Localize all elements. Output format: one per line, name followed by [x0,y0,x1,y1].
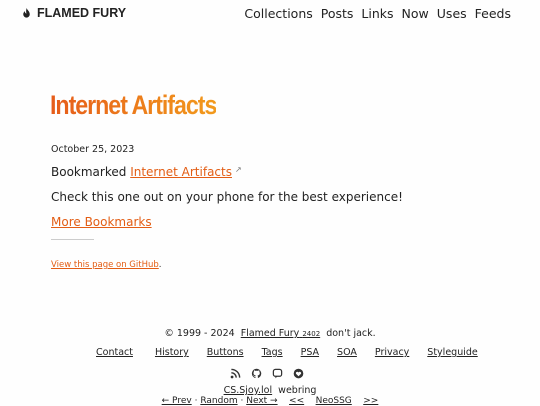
footer-site-link[interactable]: Flamed Fury 2402 [241,328,320,339]
footer-copyright: © 1999 - 2024 Flamed Fury 2402 don't jac… [0,328,540,339]
social-icons [230,368,304,379]
webring-cs: CS.Sjoy.lol webring [0,385,540,396]
footer-link-soa[interactable]: SOA [337,347,357,358]
copyright-text: © 1999 - 2024 [164,328,235,339]
site-header: FLAMED FURY Collections Posts Links Now … [0,0,540,28]
footer-link-contact[interactable]: Contact [96,347,133,358]
footer-link-history[interactable]: History [155,347,189,358]
heart-badge-icon[interactable] [293,368,304,379]
bookmark-link[interactable]: Internet Artifacts [130,165,232,179]
webring-label: webring [278,385,317,396]
webring-cs-link[interactable]: CS.Sjoy.lol [224,385,273,396]
brand-link[interactable]: FLAMED FURY [20,6,126,20]
bookmarked-label: Bookmarked [51,165,127,179]
page-title: Internet Artifacts [50,90,217,120]
more-bookmarks-link[interactable]: More Bookmarks [51,215,152,229]
flame-icon [23,7,30,18]
nav-posts[interactable]: Posts [321,6,354,21]
post-date: October 25, 2023 [51,144,135,155]
nav-links[interactable]: Links [361,6,393,21]
github-icon[interactable] [251,368,262,379]
rss-icon[interactable] [230,368,241,379]
divider [51,239,94,240]
footer-links: Contact History Buttons Tags PSA SOA Pri… [96,347,478,358]
nav-collections[interactable]: Collections [244,6,312,21]
nav-now[interactable]: Now [402,6,429,21]
footer-link-styleguide[interactable]: Styleguide [427,347,477,358]
footer-link-tags[interactable]: Tags [262,347,283,358]
mastodon-icon[interactable] [272,368,283,379]
nav-uses[interactable]: Uses [437,6,467,21]
build-number: 2402 [302,330,321,338]
tagline: don't jack. [326,328,376,339]
external-link-icon: ↗ [234,165,242,174]
footer-link-psa[interactable]: PSA [301,347,319,358]
bookmark-line: Bookmarked Internet Artifacts ↗ [51,165,242,179]
brand-name: FLAMED FURY [37,6,127,20]
github-suffix: . [158,260,162,270]
main-nav: Collections Posts Links Now Uses Feeds [244,6,511,21]
footer-link-buttons[interactable]: Buttons [207,347,244,358]
nav-feeds[interactable]: Feeds [475,6,511,21]
github-link[interactable]: View this page on GitHub [51,260,159,270]
github-line: View this page on GitHub. [51,260,161,270]
footer-link-privacy[interactable]: Privacy [375,347,409,358]
post-note: Check this one out on your phone for the… [51,190,403,204]
